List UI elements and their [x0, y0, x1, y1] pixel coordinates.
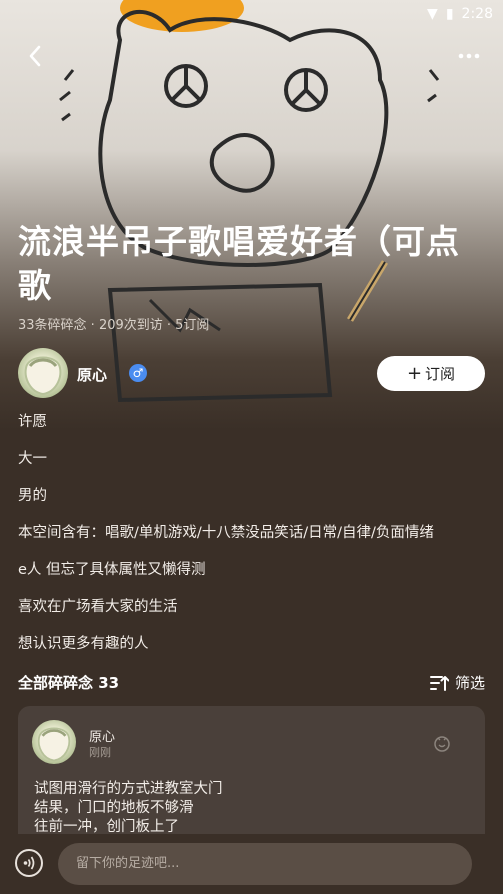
voice-icon	[23, 856, 35, 870]
avatar-illustration	[37, 727, 71, 762]
owner-avatar[interactable]	[18, 348, 68, 398]
bio-line: 本空间含有：唱歌/单机游戏/十八禁没品笑话/日常/自律/负面情绪	[18, 525, 434, 541]
post-author-name[interactable]: 原心	[89, 726, 115, 745]
space-bio: 许愿 大一 男的 本空间含有：唱歌/单机游戏/十八禁没品笑话/日常/自律/负面情…	[18, 408, 488, 667]
bio-line: 想认识更多有趣的人	[18, 636, 149, 652]
post-line: 结果，门口的地板不够滑	[34, 800, 194, 816]
status-time: 2:28	[461, 6, 493, 22]
face-icon	[434, 736, 450, 752]
post-time: 刚刚	[89, 746, 111, 759]
posts-section-header: 全部碎碎念 33 筛选	[18, 668, 485, 696]
owner-row: 原心 ♂ + 订阅	[18, 348, 488, 400]
back-button[interactable]	[22, 42, 50, 70]
owner-name[interactable]: 原心	[77, 364, 107, 385]
post-card[interactable]: 原心 刚刚 试图用滑行的方式进教室大门 结果，门口的地板不够滑 往前一冲，创门板…	[18, 706, 485, 846]
avatar-illustration	[24, 356, 62, 396]
bio-line: 大一	[18, 451, 47, 467]
bio-line: 男的	[18, 488, 47, 504]
bio-line: e人 但忘了具体属性又懒得测	[18, 562, 206, 578]
subscribe-label: 订阅	[425, 365, 456, 383]
footer-bar: 留下你的足迹吧...	[0, 834, 503, 894]
bio-line: 喜欢在广场看大家的生活	[18, 599, 178, 615]
more-options-button[interactable]	[455, 42, 483, 70]
bio-line: 许愿	[18, 414, 47, 430]
chevron-left-icon	[29, 45, 41, 67]
more-dots-icon	[458, 53, 480, 59]
gender-male-icon: ♂	[129, 364, 147, 382]
filter-label: 筛选	[454, 674, 485, 692]
post-line: 试图用滑行的方式进教室大门	[34, 781, 223, 797]
wifi-icon: ▼	[427, 6, 438, 22]
plus-icon: +	[406, 362, 423, 384]
sort-filter-icon	[429, 675, 449, 691]
subscribe-button[interactable]: + 订阅	[377, 356, 485, 391]
comment-input[interactable]: 留下你的足迹吧...	[58, 843, 472, 885]
space-stats: 33条碎碎念 · 209次到访 · 5订阅	[18, 318, 210, 333]
status-bar: ▼ ▮ 2:28	[427, 0, 493, 28]
battery-icon: ▮	[445, 6, 454, 22]
filter-button[interactable]: 筛选	[429, 672, 485, 693]
voice-button[interactable]	[15, 849, 43, 877]
post-content: 试图用滑行的方式进教室大门 结果，门口的地板不够滑 往前一冲，创门板上了	[34, 780, 223, 837]
post-author-avatar[interactable]	[32, 720, 76, 764]
post-reaction-icon[interactable]	[433, 734, 451, 752]
top-bar	[0, 36, 503, 76]
section-title: 全部碎碎念 33	[18, 674, 120, 692]
space-title: 流浪半吊子歌唱爱好者（可点歌	[18, 222, 460, 305]
